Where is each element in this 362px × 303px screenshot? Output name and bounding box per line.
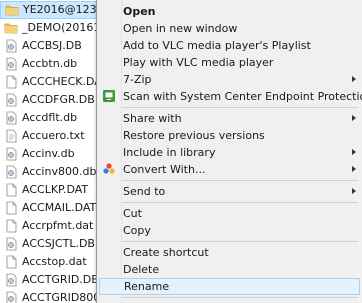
menu-item-label: Scan with System Center Endpoint Protect… — [123, 90, 362, 103]
file-row[interactable]: Accinv800.db — [0, 163, 104, 181]
file-row[interactable]: ACCTGRID800.DB — [0, 289, 104, 303]
menu-separator — [122, 180, 358, 181]
submenu-arrow-icon — [352, 188, 356, 194]
submenu-arrow-icon — [352, 166, 356, 172]
menu-separator — [122, 297, 358, 298]
menu-item-label: Share with — [123, 112, 182, 125]
folder-icon — [4, 21, 18, 35]
submenu-arrow-icon — [352, 149, 356, 155]
db-file-icon — [4, 39, 18, 53]
menu-item-restore-previous-versions[interactable]: Restore previous versions — [99, 127, 360, 144]
menu-item-label: Play with VLC media player — [123, 56, 274, 69]
file-name: Accstop.dat — [22, 255, 87, 268]
file-name: ACCBSJ.DB — [22, 39, 82, 52]
menu-separator — [122, 202, 358, 203]
file-row[interactable]: ACCBSJ.DB — [0, 37, 104, 55]
file-name: Accinv800.db — [22, 165, 97, 178]
file-row[interactable]: Accdflt.db — [0, 109, 104, 127]
folder-icon — [5, 3, 19, 17]
menu-item-label: Open — [123, 5, 156, 18]
file-list: YE2016@123 _DEMO(20161215 ACCBSJ.DB Accbtn.… — [0, 0, 104, 303]
file-row[interactable]: Accstop.dat — [0, 253, 104, 271]
convert-icon — [102, 162, 116, 176]
db-file-icon — [4, 273, 18, 287]
menu-item-rename[interactable]: Rename — [99, 278, 360, 295]
file-name: Accuero.txt — [22, 129, 85, 142]
file-name: Accinv.db — [22, 147, 75, 160]
menu-item-label: Copy — [123, 224, 151, 237]
file-row[interactable]: ACCCHECK.DAT — [0, 73, 104, 91]
file-name: ACCLKP.DAT — [22, 183, 89, 196]
dat-file-icon — [4, 75, 18, 89]
file-name: Accdflt.db — [22, 111, 78, 124]
dat-file-icon — [4, 255, 18, 269]
file-row[interactable]: ACCDFGR.DB — [0, 91, 104, 109]
context-menu: Open Open in new window Add to VLC media p… — [96, 0, 362, 303]
file-row[interactable]: _DEMO(20161215 — [0, 19, 104, 37]
menu-item-label: Include in library — [123, 146, 216, 159]
menu-item-create-shortcut[interactable]: Create shortcut — [99, 244, 360, 261]
menu-item-cut[interactable]: Cut — [99, 205, 360, 222]
file-row[interactable]: ACCTGRID.DB — [0, 271, 104, 289]
menu-item-add-to-vlc-media-player-s-playlist[interactable]: Add to VLC media player's Playlist — [99, 37, 360, 54]
menu-item-scan-with-system-center-endpoint-protection[interactable]: Scan with System Center Endpoint Protect… — [99, 88, 362, 105]
db-file-icon — [4, 165, 18, 179]
file-name: ACCTGRID800.DB — [22, 291, 104, 303]
file-name: Accbtn.db — [22, 57, 78, 70]
file-row[interactable]: ACCLKP.DAT — [0, 181, 104, 199]
menu-item-open[interactable]: Open — [99, 3, 360, 20]
dat-file-icon — [4, 201, 18, 215]
file-name: ACCCHECK.DAT — [22, 75, 104, 88]
menu-item-label: Convert With... — [123, 163, 206, 176]
menu-item-label: Rename — [124, 280, 170, 293]
db-file-icon — [4, 237, 18, 251]
menu-item-label: 7-Zip — [123, 73, 152, 86]
menu-item-label: Delete — [123, 263, 160, 276]
file-row[interactable]: Accbtn.db — [0, 55, 104, 73]
menu-item-label: Create shortcut — [123, 246, 209, 259]
menu-item-label: Add to VLC media player's Playlist — [123, 39, 311, 52]
file-name: Accrpfmt.dat — [22, 219, 94, 232]
db-file-icon — [4, 111, 18, 125]
menu-item-open-in-new-window[interactable]: Open in new window — [99, 20, 360, 37]
menu-item-label: Restore previous versions — [123, 129, 265, 142]
menu-separator — [122, 107, 358, 108]
file-name: ACCMAIL.DAT — [22, 201, 97, 214]
menu-item-label: Send to — [123, 185, 166, 198]
menu-item-convert-with[interactable]: Convert With... — [99, 161, 360, 178]
menu-item-label: Cut — [123, 207, 142, 220]
menu-item-play-with-vlc-media-player[interactable]: Play with VLC media player — [99, 54, 360, 71]
db-file-icon — [4, 57, 18, 71]
menu-item-delete[interactable]: Delete — [99, 261, 360, 278]
submenu-arrow-icon — [352, 115, 356, 121]
file-name: ACCTGRID.DB — [22, 273, 99, 286]
file-row[interactable]: ACCMAIL.DAT — [0, 199, 104, 217]
menu-item-7-zip[interactable]: 7-Zip — [99, 71, 360, 88]
txt-file-icon — [4, 129, 18, 143]
file-row[interactable]: Accinv.db — [0, 145, 104, 163]
file-row[interactable]: ACCSJCTL.DB — [0, 235, 104, 253]
dat-file-icon — [4, 219, 18, 233]
menu-separator — [122, 241, 358, 242]
menu-item-copy[interactable]: Copy — [99, 222, 360, 239]
file-row[interactable]: YE2016@123 — [0, 1, 104, 19]
menu-item-send-to[interactable]: Send to — [99, 183, 360, 200]
file-row[interactable]: Accrpfmt.dat — [0, 217, 104, 235]
db-file-icon — [4, 93, 18, 107]
file-row[interactable]: Accuero.txt — [0, 127, 104, 145]
menu-item-share-with[interactable]: Share with — [99, 110, 360, 127]
file-name: ACCDFGR.DB — [22, 93, 95, 106]
file-name: ACCSJCTL.DB — [22, 237, 95, 250]
submenu-arrow-icon — [352, 76, 356, 82]
file-name: _DEMO(20161215 — [22, 21, 104, 34]
endpoint-protection-icon — [102, 89, 116, 103]
db-file-icon — [4, 291, 18, 303]
dat-file-icon — [4, 183, 18, 197]
menu-item-label: Open in new window — [123, 22, 238, 35]
explorer-window: YE2016@123 _DEMO(20161215 ACCBSJ.DB Accbtn.… — [0, 0, 362, 303]
menu-item-include-in-library[interactable]: Include in library — [99, 144, 360, 161]
file-name: YE2016@123 — [23, 3, 97, 16]
db-file-icon — [4, 147, 18, 161]
